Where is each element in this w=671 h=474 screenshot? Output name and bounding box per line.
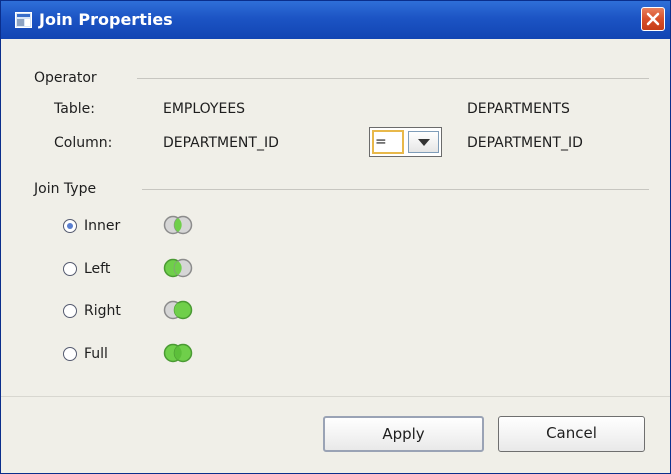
inner-join-icon bbox=[163, 215, 193, 235]
join-option-full-label[interactable]: Full bbox=[84, 345, 108, 363]
close-button[interactable] bbox=[641, 7, 665, 31]
close-icon bbox=[646, 12, 660, 26]
operator-separator bbox=[137, 78, 649, 79]
left-join-icon bbox=[163, 258, 193, 278]
radio-left[interactable] bbox=[63, 262, 77, 276]
dialog-title: Join Properties bbox=[39, 10, 173, 29]
app-window-icon bbox=[15, 12, 32, 28]
apply-button[interactable]: Apply bbox=[323, 416, 484, 452]
column-label: Column: bbox=[54, 135, 113, 151]
join-properties-dialog: Join Properties Operator Table: EMPLOYEE… bbox=[0, 0, 671, 474]
footer-separator bbox=[1, 396, 670, 397]
table-label: Table: bbox=[54, 101, 95, 117]
join-option-right-label[interactable]: Right bbox=[84, 302, 121, 320]
operator-select[interactable]: = bbox=[369, 127, 442, 157]
join-type-separator bbox=[142, 189, 649, 190]
right-table-name: DEPARTMENTS bbox=[467, 101, 570, 117]
operator-section-label: Operator bbox=[34, 70, 97, 86]
radio-right[interactable] bbox=[63, 304, 77, 318]
operator-dropdown-button[interactable] bbox=[408, 131, 439, 153]
join-option-left-label[interactable]: Left bbox=[84, 260, 110, 278]
right-join-icon bbox=[163, 300, 193, 320]
left-column-name: DEPARTMENT_ID bbox=[163, 135, 279, 151]
left-table-name: EMPLOYEES bbox=[163, 101, 246, 117]
right-column-name: DEPARTMENT_ID bbox=[467, 135, 583, 151]
title-bar[interactable]: Join Properties bbox=[1, 1, 670, 39]
chevron-down-icon bbox=[418, 139, 430, 146]
radio-inner[interactable] bbox=[63, 219, 77, 233]
radio-full[interactable] bbox=[63, 347, 77, 361]
cancel-button[interactable]: Cancel bbox=[498, 416, 645, 452]
operator-select-value[interactable]: = bbox=[372, 130, 404, 154]
join-option-inner-label[interactable]: Inner bbox=[84, 217, 120, 235]
dialog-body: Operator Table: EMPLOYEES DEPARTMENTS Co… bbox=[1, 39, 670, 473]
join-type-section-label: Join Type bbox=[34, 181, 97, 197]
full-join-icon bbox=[163, 343, 193, 363]
